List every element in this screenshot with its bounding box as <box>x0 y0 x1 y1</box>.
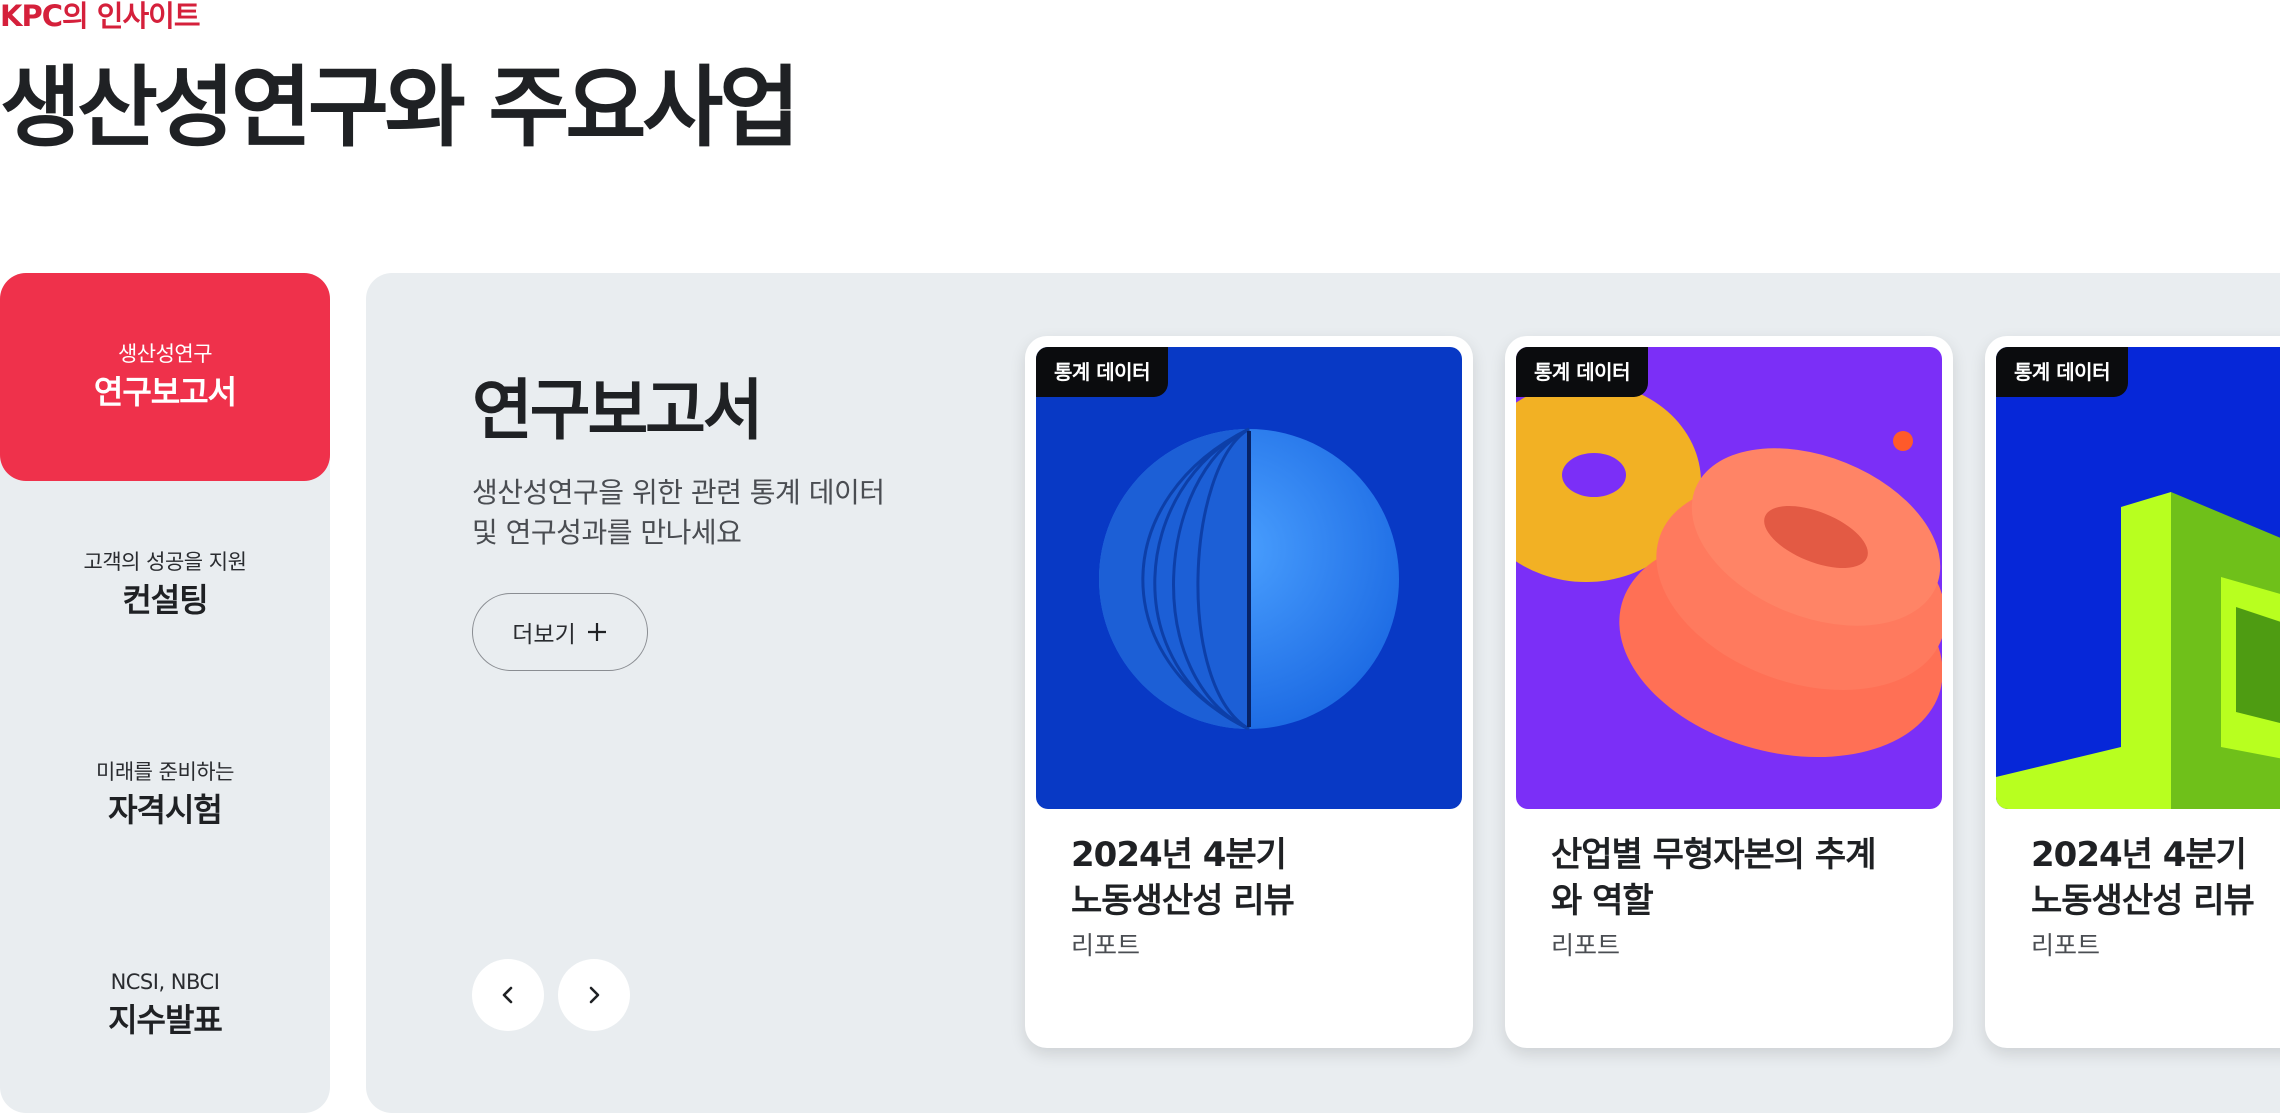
side-item-index[interactable]: NCSI, NBCI 지수발표 <box>0 901 330 1109</box>
side-item-sub: NCSI, NBCI <box>110 970 220 994</box>
content-panel: 연구보고서 생산성연구을 위한 관련 통계 데이터 및 연구성과를 만나세요 더… <box>366 273 2280 1113</box>
panel-desc-line2: 및 연구성과를 만나세요 <box>472 516 742 549</box>
card-title-line2: 노동생산성 리뷰 <box>1071 881 1295 921</box>
side-item-sub: 생산성연구 <box>117 342 213 366</box>
side-item-sub: 미래를 준비하는 <box>96 760 234 784</box>
chevron-right-icon <box>589 986 600 1004</box>
side-item-sub: 고객의 성공을 지원 <box>83 550 247 574</box>
side-item-research-reports[interactable]: 생산성연구 연구보고서 <box>0 273 330 481</box>
card-title-line1: 2024년 4분기 <box>1071 835 1287 875</box>
card-thumbnail: 통계 데이터 <box>1996 347 2280 809</box>
card-category: 리포트 <box>2031 931 2101 960</box>
block-illustration <box>1996 492 2280 809</box>
sphere-illustration <box>1099 427 1399 731</box>
card-title-line1: 2024년 4분기 <box>2031 835 2247 875</box>
report-card[interactable]: 통계 데이터 2024년 4분기 노동생산성 리뷰 리포트 <box>1985 336 2280 1048</box>
card-thumbnail: 통계 데이터 <box>1516 347 1942 809</box>
card-title: 산업별 무형자본의 추계 와 역할 <box>1551 832 1931 924</box>
more-button-label: 더보기 <box>512 622 576 648</box>
panel-desc-line1: 생산성연구을 위한 관련 통계 데이터 <box>472 476 885 509</box>
more-button[interactable]: 더보기 <box>472 593 648 671</box>
page-title: 생산성연구와 주요사업 <box>0 56 800 159</box>
panel-description: 생산성연구을 위한 관련 통계 데이터 및 연구성과를 만나세요 <box>472 473 912 553</box>
card-title-line1: 산업별 무형자본의 추계 <box>1551 835 1876 875</box>
side-menu: 생산성연구 연구보고서 고객의 성공을 지원 컨설팅 미래를 준비하는 자격시험… <box>0 273 330 1113</box>
panel-title: 연구보고서 <box>472 372 764 449</box>
card-badge: 통계 데이터 <box>1996 347 2128 397</box>
card-title: 2024년 4분기 노동생산성 리뷰 <box>2031 832 2280 924</box>
section-eyebrow: KPC의 인사이트 <box>0 0 201 33</box>
side-item-label: 지수발표 <box>108 1001 223 1039</box>
torus-illustration <box>1516 382 1942 758</box>
card-title: 2024년 4분기 노동생산성 리뷰 <box>1071 832 1451 924</box>
card-category: 리포트 <box>1551 931 1621 960</box>
prev-button[interactable] <box>472 959 544 1031</box>
next-button[interactable] <box>558 959 630 1031</box>
side-item-certification[interactable]: 미래를 준비하는 자격시험 <box>0 691 330 899</box>
side-item-label: 자격시험 <box>108 791 223 829</box>
card-badge: 통계 데이터 <box>1516 347 1648 397</box>
chevron-left-icon <box>502 986 513 1004</box>
report-card[interactable]: 통계 데이터 2024년 4분기 노동생산성 리뷰 리포트 <box>1025 336 1473 1048</box>
card-badge: 통계 데이터 <box>1036 347 1168 397</box>
report-card[interactable]: 통계 데이터 산업별 무형자본의 추계 와 역할 리포트 <box>1505 336 1953 1048</box>
card-category: 리포트 <box>1071 931 1141 960</box>
side-item-consulting[interactable]: 고객의 성공을 지원 컨설팅 <box>0 481 330 689</box>
card-title-line2: 와 역할 <box>1551 881 1654 921</box>
card-thumbnail: 통계 데이터 <box>1036 347 1462 809</box>
side-item-label: 연구보고서 <box>93 373 237 411</box>
card-title-line2: 노동생산성 리뷰 <box>2031 881 2255 921</box>
plus-icon <box>587 623 606 641</box>
side-item-label: 컨설팅 <box>122 581 208 619</box>
